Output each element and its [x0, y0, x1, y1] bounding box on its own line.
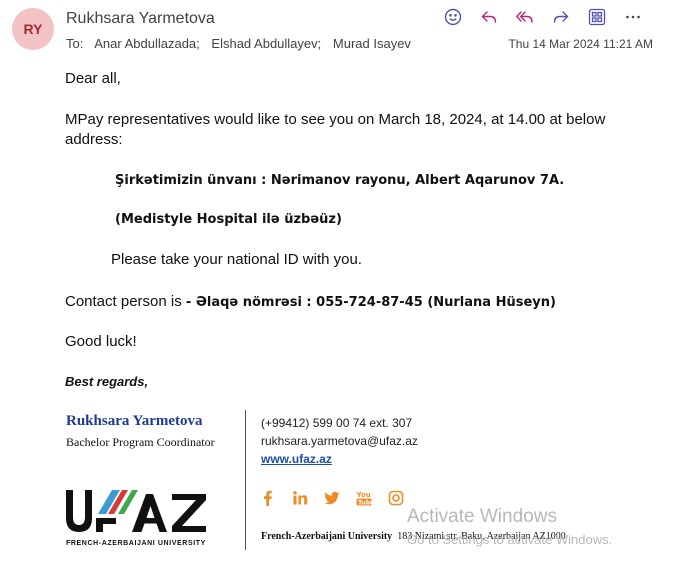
emoji-button[interactable]: [435, 6, 471, 28]
instagram-icon: [388, 490, 404, 506]
more-button[interactable]: [615, 6, 651, 28]
logo-caption: FRENCH-AZERBAIJANI UNIVERSITY: [66, 540, 206, 547]
message-toolbar: [435, 6, 651, 28]
recipients-line: To: Anar Abdullazada; Elshad Abdullayev;…: [66, 36, 419, 51]
youtube-icon: You Tube: [356, 491, 372, 506]
contact-line: Contact person is - Əlaqə nömrəsi : 055-…: [65, 293, 556, 310]
signature-name: Rukhsara Yarmetova: [66, 413, 203, 429]
activate-windows-watermark: Activate Windows: [407, 506, 557, 527]
forward-button[interactable]: [543, 6, 579, 28]
national-id-note: Please take your national ID with you.: [111, 251, 362, 268]
youtube-link[interactable]: You Tube: [356, 490, 372, 506]
emoji-icon: [444, 8, 462, 26]
reply-all-button[interactable]: [507, 6, 543, 28]
address-landmark: (Medistyle Hospital ilə üzbəüz): [115, 212, 342, 227]
website-link[interactable]: www.ufaz.az: [261, 452, 332, 466]
linkedin-icon: [293, 491, 308, 505]
good-luck: Good luck!: [65, 333, 137, 350]
facebook-icon: [264, 490, 272, 506]
reply-icon: [481, 11, 497, 23]
university-name: French-Azerbaijani University: [261, 531, 393, 542]
linkedin-link[interactable]: [292, 490, 308, 506]
signature-divider: [245, 410, 246, 550]
instagram-link[interactable]: [388, 490, 404, 506]
recipient[interactable]: Anar Abdullazada;: [94, 36, 200, 51]
address-line: Şirkətimizin ünvanı : Nərimanov rayonu, …: [115, 173, 565, 188]
social-links: You Tube: [260, 490, 404, 506]
to-label: To:: [66, 36, 84, 51]
regards: Best regards,: [65, 374, 149, 389]
forward-icon: [553, 11, 569, 23]
signature-phone: (+99412) 599 00 74 ext. 307: [261, 416, 413, 430]
reply-button[interactable]: [471, 6, 507, 28]
more-icon: [626, 15, 640, 19]
avatar[interactable]: RY: [12, 8, 54, 50]
facebook-link[interactable]: [260, 490, 276, 506]
apps-button[interactable]: [579, 6, 615, 28]
sent-date: Thu 14 Mar 2024 11:21 AM: [508, 37, 653, 51]
meeting-text: MPay representatives would like to see y…: [65, 111, 606, 148]
signature-email[interactable]: rukhsara.yarmetova@ufaz.az: [261, 434, 418, 448]
sender-name[interactable]: Rukhsara Yarmetova: [66, 10, 215, 28]
greeting: Dear all,: [65, 70, 121, 87]
contact-prefix: Contact person is: [65, 293, 186, 310]
svg-text:Tube: Tube: [358, 500, 372, 506]
signature-title: Bachelor Program Coordinator: [66, 435, 215, 449]
twitter-icon: [324, 491, 340, 505]
activate-windows-hint: Go to Settings to activate Windows.: [407, 532, 613, 547]
contact-detail: - Əlaqə nömrəsi : 055-724-87-45 (Nurlana…: [185, 295, 556, 310]
recipient[interactable]: Murad Isayev: [333, 36, 411, 51]
reply-all-icon: [516, 11, 533, 23]
svg-text:You: You: [356, 491, 371, 499]
apps-icon: [588, 8, 606, 26]
recipient[interactable]: Elshad Abdullayev;: [211, 36, 321, 51]
twitter-link[interactable]: [324, 490, 340, 506]
